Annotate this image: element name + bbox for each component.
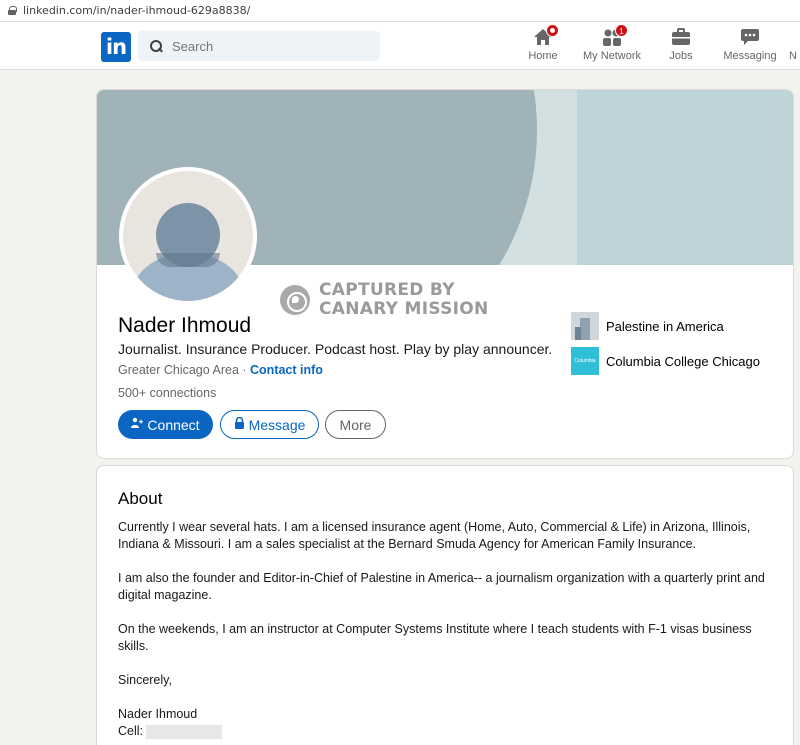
network-badge: 1 <box>615 24 628 37</box>
cell-label: Cell: <box>118 724 144 738</box>
profile-card: CAPTURED BY CANARY MISSION Nader Ihmoud … <box>96 89 794 459</box>
nav-jobs[interactable]: Jobs <box>664 27 698 65</box>
message-label: Message <box>248 416 306 433</box>
redacted-phone <box>146 724 223 739</box>
url-text[interactable]: linkedin.com/in/nader-ihmoud-629a8838/ <box>23 4 250 17</box>
lock-icon <box>234 416 245 432</box>
nav-messaging-label: Messaging <box>723 50 777 62</box>
connections-count[interactable]: 500+ connections <box>118 386 216 400</box>
location-separator: · <box>238 363 251 377</box>
message-button[interactable]: Message <box>220 410 319 439</box>
org-name: Palestine in America <box>606 318 724 334</box>
nav-notifications[interactable]: N <box>789 27 800 65</box>
org-columbia-college[interactable]: Columbia Columbia College Chicago <box>571 347 760 375</box>
linkedin-logo[interactable]: in <box>101 32 131 62</box>
top-nav: in Home 1 My Network Jobs Messaging N <box>0 22 800 70</box>
about-paragraph: I am also the founder and Editor-in-Chie… <box>118 571 765 602</box>
nav-messaging[interactable]: Messaging <box>723 27 777 65</box>
home-notification-dot <box>546 24 559 37</box>
banner-panel <box>577 90 793 265</box>
nav-home[interactable]: Home <box>526 24 560 65</box>
address-bar[interactable]: linkedin.com/in/nader-ihmoud-629a8838/ <box>0 0 800 22</box>
add-person-icon <box>131 417 144 432</box>
canary-logo-icon <box>280 285 310 315</box>
watermark-line1: CAPTURED BY <box>319 280 455 300</box>
avatar[interactable] <box>119 167 257 305</box>
signature-name: Nader Ihmoud <box>118 707 198 721</box>
about-paragraph: Currently I wear several hats. I am a li… <box>118 520 751 551</box>
org-logo-icon <box>571 312 599 340</box>
about-title: About <box>118 489 163 508</box>
more-button[interactable]: More <box>325 410 386 439</box>
connect-button[interactable]: Connect <box>118 410 213 439</box>
profile-headline: Journalist. Insurance Producer. Podcast … <box>118 341 553 357</box>
cell-line: Cell: <box>118 723 778 740</box>
about-body: Currently I wear several hats. I am a li… <box>118 519 778 740</box>
about-paragraph: On the weekends, I am an instructor at C… <box>118 622 752 653</box>
chat-icon <box>740 27 760 47</box>
home-icon <box>533 24 559 47</box>
nav-notifications-label: N <box>789 50 797 62</box>
watermark-line2: CANARY MISSION <box>319 299 489 319</box>
canary-mission-watermark: CAPTURED BY CANARY MISSION <box>280 281 489 319</box>
contact-info-link[interactable]: Contact info <box>250 363 323 377</box>
nav-home-label: Home <box>528 50 558 62</box>
search-box[interactable] <box>138 31 380 61</box>
nav-my-network[interactable]: 1 My Network <box>582 24 642 65</box>
connect-label: Connect <box>147 416 200 433</box>
bell-icon <box>789 27 800 47</box>
nav-network-label: My Network <box>582 50 642 62</box>
avatar-neck-shape <box>156 253 220 267</box>
org-name: Columbia College Chicago <box>606 353 760 369</box>
nav-jobs-label: Jobs <box>669 50 693 62</box>
briefcase-icon <box>671 27 691 47</box>
profile-name: Nader Ihmoud <box>118 314 252 337</box>
search-input[interactable] <box>172 38 352 54</box>
lock-icon <box>8 6 17 15</box>
search-icon <box>150 39 163 53</box>
org-palestine-in-america[interactable]: Palestine in America <box>571 312 724 340</box>
profile-location-line: Greater Chicago Area · Contact info <box>118 363 323 377</box>
network-icon: 1 <box>602 24 628 47</box>
watermark-text: CAPTURED BY CANARY MISSION <box>319 281 489 319</box>
profile-location: Greater Chicago Area <box>118 363 239 377</box>
about-paragraph: Sincerely, <box>118 673 172 687</box>
college-logo-icon: Columbia <box>571 347 599 375</box>
about-card: About Currently I wear several hats. I a… <box>96 465 794 745</box>
